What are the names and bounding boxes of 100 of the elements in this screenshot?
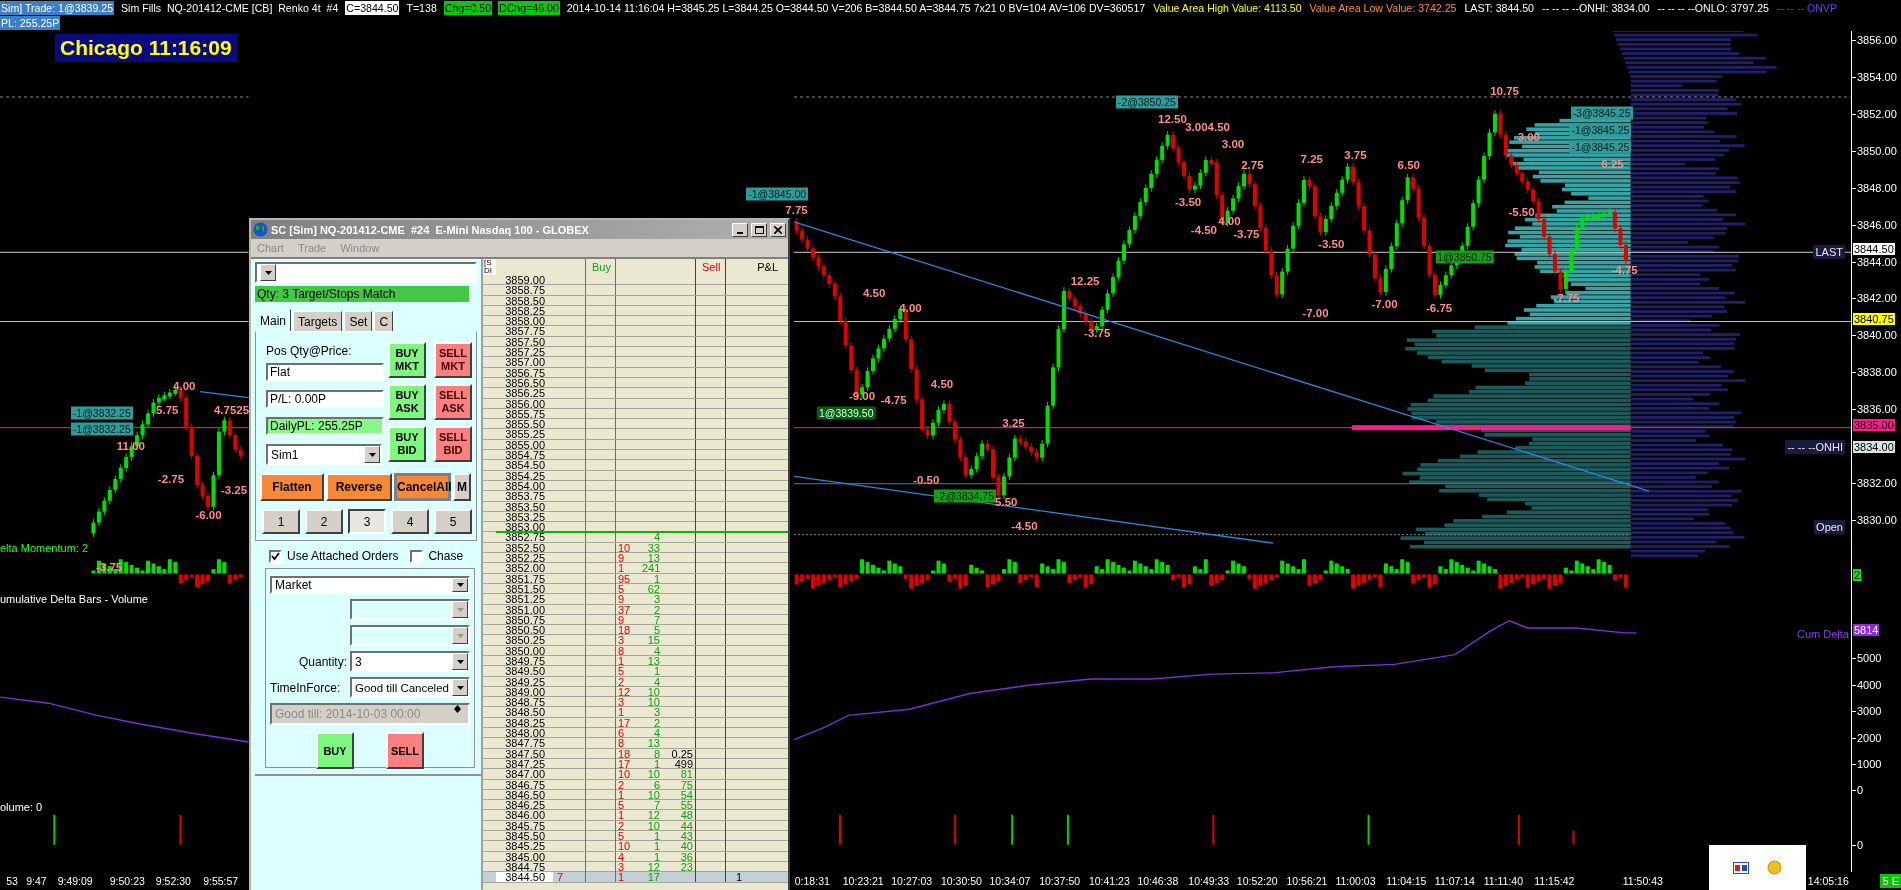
ladder-row[interactable]: 3850.25 3 15 — [483, 635, 788, 646]
ladder-row[interactable]: 3854.50 — [483, 460, 788, 471]
ladder-row[interactable]: 3848.75 3 10 — [483, 697, 788, 708]
ladder-row[interactable]: 3850.75 9 7 — [483, 614, 788, 626]
ladder-row[interactable]: 3844.50 7 1 17 1 — [483, 872, 788, 883]
ladder-row[interactable]: 3845.50 5 1 43 — [483, 831, 788, 842]
info-text: T=138 — [405, 0, 438, 15]
column-header: P&L — [757, 261, 778, 273]
checkbox[interactable] — [269, 549, 282, 563]
submit-button[interactable]: BUY — [316, 732, 354, 769]
ladder-row[interactable]: 3856.00 — [483, 398, 788, 409]
info-text: Chg=0.50 — [443, 0, 493, 15]
ladder-row[interactable]: 3857.25 — [483, 347, 788, 358]
ladder-row[interactable]: 3855.75 — [483, 408, 788, 420]
tif-dropdown[interactable]: Good till Canceled — [350, 677, 470, 698]
sun-icon[interactable] — [1767, 860, 1782, 875]
ladder-row[interactable]: 3845.25 10 1 40 — [483, 841, 788, 852]
ladder-row[interactable]: 3849.00 12 10 — [483, 686, 788, 698]
order-button[interactable]: BUY MKT — [388, 342, 426, 378]
symbol-dropdown[interactable] — [255, 262, 477, 283]
ladder-row[interactable]: 3847.50 18 8 0.25 — [483, 748, 788, 759]
ladder-row[interactable]: 3846.75 2 6 75 — [483, 779, 788, 790]
action-button[interactable]: Reverse — [326, 473, 392, 501]
close-button[interactable] — [770, 222, 786, 237]
ladder-row[interactable]: 3849.25 2 4 — [483, 676, 788, 687]
ladder-row[interactable]: 3855.25 — [483, 429, 788, 440]
tab[interactable]: Main — [255, 309, 291, 331]
ladder-row[interactable]: 3850.00 8 4 — [483, 645, 788, 656]
ladder-row[interactable]: 3845.00 4 1 36 — [483, 851, 788, 862]
quantity-button[interactable]: 3 — [348, 509, 386, 534]
quantity-button[interactable]: 4 — [391, 509, 429, 534]
order-button[interactable]: SELL ASK — [434, 384, 472, 420]
ladder-row[interactable]: 3854.75 — [483, 450, 788, 461]
quantity-button[interactable]: 2 — [305, 509, 343, 534]
ladder-row[interactable]: 3849.50 5 1 — [483, 666, 788, 677]
action-button[interactable]: Flatten — [260, 473, 324, 501]
ladder-row[interactable]: 3854.00 — [483, 480, 788, 492]
ladder-row[interactable]: 3856.75 — [483, 367, 788, 378]
ladder-row[interactable]: 3857.00 — [483, 357, 788, 368]
ladder-row[interactable]: 3851.25 9 3 — [483, 594, 788, 605]
ladder-row[interactable]: 3858.00 — [483, 316, 788, 327]
ladder-row[interactable]: 3847.75 8 13 — [483, 738, 788, 749]
quantity-button[interactable]: 5 — [434, 509, 472, 534]
ladder-row[interactable]: 3846.50 1 10 54 — [483, 789, 788, 801]
quantity-dropdown[interactable]: 3 — [350, 651, 470, 672]
order-type-dropdown[interactable]: Market — [270, 576, 470, 594]
ladder-row[interactable]: 3848.00 6 4 — [483, 728, 788, 739]
ladder-row[interactable]: 3856.50 — [483, 377, 788, 389]
account-dropdown[interactable]: Sim1 — [266, 444, 382, 465]
order-button[interactable]: BUY BID — [388, 426, 426, 462]
ladder-row[interactable]: 3844.75 3 12 23 — [483, 861, 788, 873]
ladder-row[interactable]: 3846.00 1 12 48 — [483, 810, 788, 821]
ladder-row[interactable]: 3853.75 — [483, 491, 788, 502]
ladder-row[interactable]: 3859.00 — [483, 275, 788, 286]
ladder-row[interactable]: 3854.25 — [483, 470, 788, 481]
order-button[interactable]: BUY ASK — [388, 384, 426, 420]
maximize-button[interactable] — [751, 222, 767, 237]
checkbox[interactable] — [410, 549, 424, 563]
ladder-row[interactable]: 3851.50 5 62 — [483, 583, 788, 595]
order-button[interactable]: SELL BID — [434, 426, 472, 462]
order-button[interactable]: SELL MKT — [434, 342, 472, 378]
ladder-row[interactable]: 3853.25 — [483, 511, 788, 523]
submit-button[interactable]: SELL — [386, 732, 424, 769]
tab[interactable]: Targets — [293, 311, 343, 331]
ladder-row[interactable]: 3852.25 9 13 — [483, 553, 788, 564]
swing-label: -3.50 — [1175, 195, 1202, 209]
quantity-button[interactable]: 1 — [262, 509, 300, 534]
ladder-row[interactable]: 3849.75 1 13 — [483, 656, 788, 667]
action-button[interactable]: CancelAll — [394, 473, 451, 501]
action-button[interactable]: M — [453, 473, 471, 501]
ladder-row[interactable]: 3857.50 — [483, 336, 788, 348]
ladder-row[interactable]: 3852.75 4 — [483, 532, 788, 543]
ladder-row[interactable]: 3858.75 — [483, 285, 788, 296]
ladder-row[interactable]: 3848.50 1 3 — [483, 707, 788, 718]
ladder-row[interactable]: 3858.25 — [483, 305, 788, 317]
ladder-row[interactable]: 3848.25 17 2 — [483, 717, 788, 729]
ladder-row[interactable]: 3853.50 — [483, 501, 788, 512]
ladder-row[interactable]: 3847.00 10 10 81 — [483, 769, 788, 780]
ladder-row[interactable]: 3851.00 37 2 — [483, 604, 788, 615]
tab[interactable]: C — [374, 311, 394, 331]
ladder-row[interactable]: 3850.50 18 5 — [483, 625, 788, 636]
ladder-row[interactable]: 3858.50 — [483, 295, 788, 306]
ladder-row[interactable]: 3855.50 — [483, 419, 788, 430]
window-icon[interactable] — [1733, 861, 1749, 874]
daily-pl-field[interactable]: DailyPL: 255.25P — [266, 417, 384, 435]
position-field[interactable]: Flat — [266, 363, 384, 381]
tab[interactable]: Set — [344, 311, 373, 331]
price-dropdown[interactable] — [350, 625, 470, 646]
ladder-row[interactable]: 3852.50 10 33 — [483, 542, 788, 553]
ladder-row[interactable]: 3847.25 17 1 499 — [483, 758, 788, 770]
ladder-row[interactable]: 3855.00 — [483, 439, 788, 451]
pl-field[interactable]: P/L: 0.00P — [266, 390, 384, 408]
ladder-row[interactable]: 3845.75 2 10 44 — [483, 820, 788, 832]
ladder-row[interactable]: 3856.25 — [483, 388, 788, 399]
ladder-row[interactable]: 3846.25 5 7 55 — [483, 800, 788, 811]
minimize-button[interactable] — [732, 222, 748, 237]
ladder-row[interactable]: 3852.00 1 241 — [483, 563, 788, 574]
ladder-row[interactable]: 3851.75 95 1 — [483, 573, 788, 584]
ladder-row[interactable]: 3857.75 — [483, 326, 788, 337]
price-dropdown[interactable] — [350, 599, 470, 620]
